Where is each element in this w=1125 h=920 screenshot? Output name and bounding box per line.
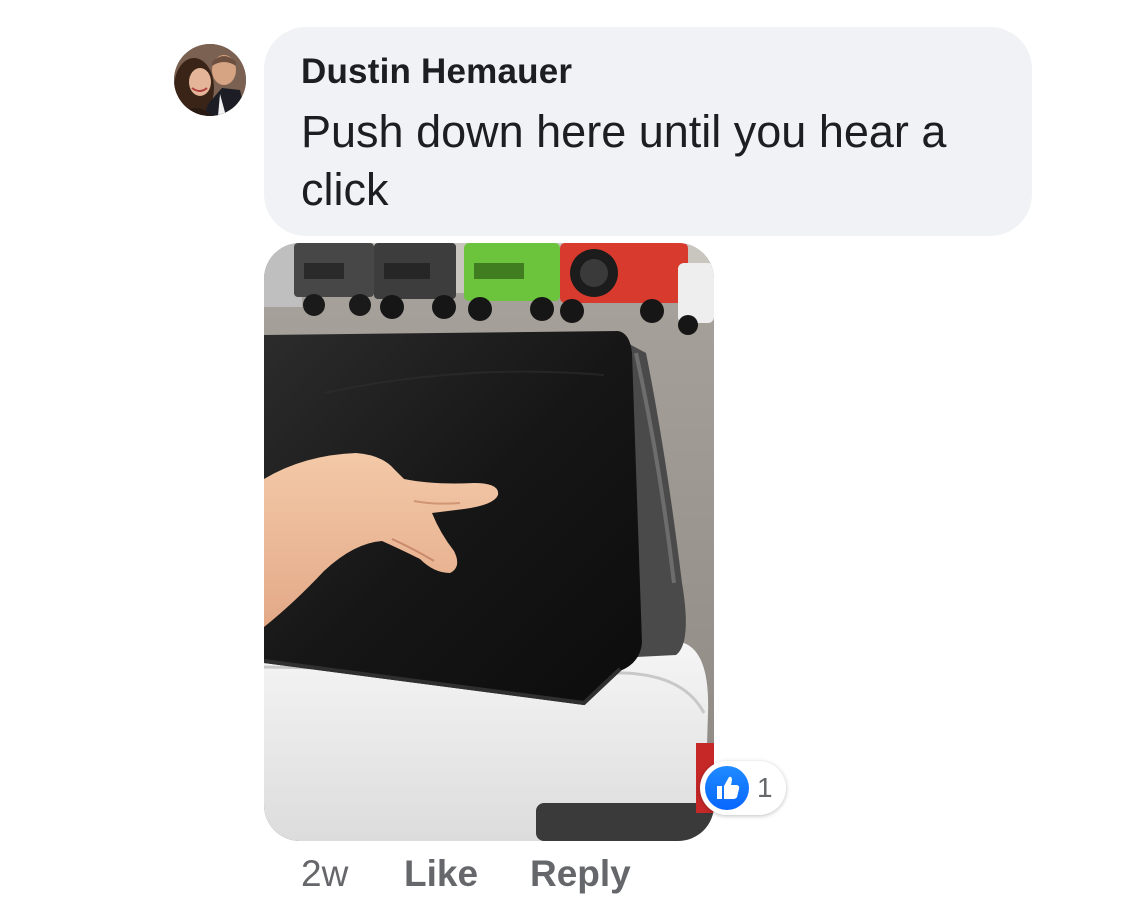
- comment-photo[interactable]: [264, 243, 714, 841]
- comment-timestamp[interactable]: 2w: [301, 853, 348, 895]
- like-icon: [705, 766, 749, 810]
- comment-avatar[interactable]: [174, 44, 246, 116]
- comment-bubble: Dustin Hemauer Push down here until you …: [264, 27, 1032, 236]
- reaction-summary[interactable]: 1: [700, 761, 786, 815]
- reaction-count: 1: [757, 772, 773, 803]
- truck-tonneau-photo: [264, 243, 714, 841]
- comment-author[interactable]: Dustin Hemauer: [301, 52, 572, 92]
- like-button[interactable]: Like: [404, 853, 478, 895]
- reply-button[interactable]: Reply: [530, 853, 631, 895]
- avatar-photo: [174, 44, 246, 116]
- comment-text: Push down here until you hear a click: [301, 106, 947, 215]
